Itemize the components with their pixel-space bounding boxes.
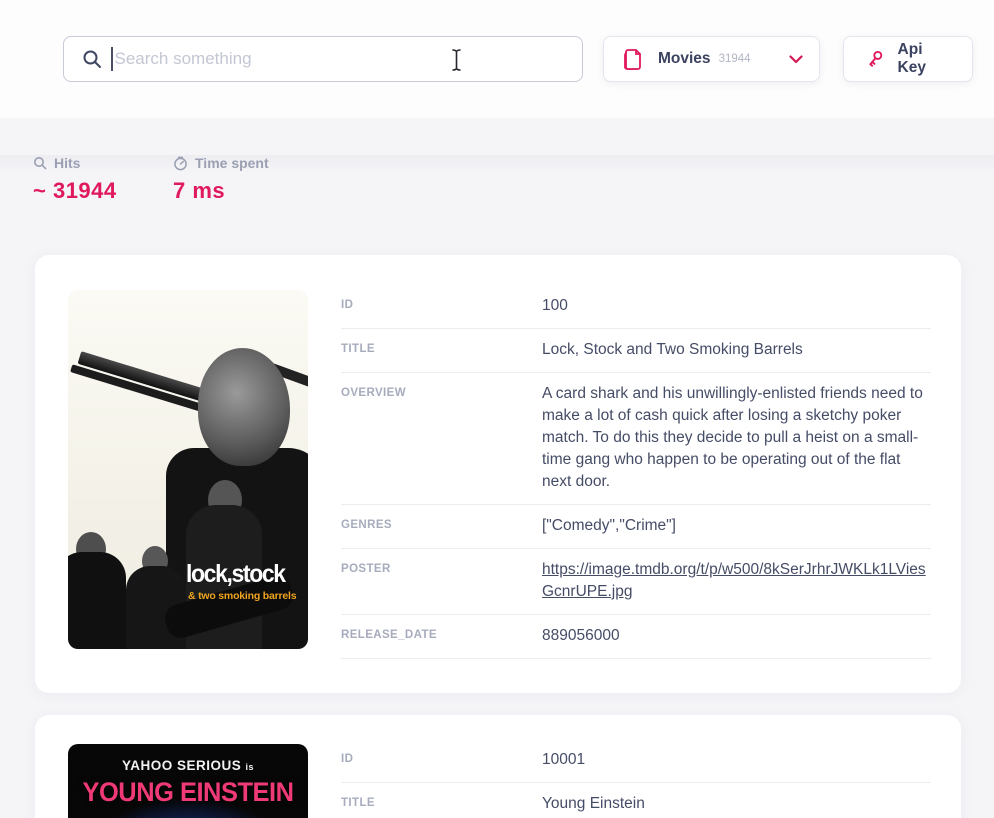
search-stats: Hits ~ 31944 Time spent 7 ms bbox=[33, 155, 994, 204]
poster-subtitle-text: & two smoking barrels bbox=[188, 590, 296, 602]
field-value: A card shark and his unwillingly-enliste… bbox=[542, 383, 931, 493]
index-selector-button[interactable]: Movies 31944 bbox=[603, 36, 820, 82]
search-icon bbox=[82, 49, 102, 69]
api-key-button[interactable]: Api Key bbox=[843, 36, 973, 82]
hits-search-icon bbox=[33, 156, 47, 170]
top-header: Movies 31944 Api Key bbox=[0, 0, 994, 118]
movie-poster-young-einstein: YAHOO SERIOUS is YOUNG EINSTEIN bbox=[68, 744, 308, 818]
key-icon bbox=[864, 48, 886, 70]
poster-top-text: YAHOO SERIOUS is bbox=[68, 758, 308, 773]
result-card: YAHOO SERIOUS is YOUNG EINSTEIN ID 10001… bbox=[35, 715, 961, 818]
field-label: POSTER bbox=[341, 559, 542, 603]
documents-icon bbox=[623, 48, 644, 71]
field-value: 10001 bbox=[542, 749, 931, 771]
field-row-id: ID 100 bbox=[341, 285, 931, 329]
time-spent-value: 7 ms bbox=[173, 178, 313, 204]
hits-stat: Hits ~ 31944 bbox=[33, 155, 173, 204]
results-area: Hits ~ 31944 Time spent 7 ms l bbox=[0, 155, 994, 818]
field-label: TITLE bbox=[341, 793, 542, 815]
field-value: ["Comedy","Crime"] bbox=[542, 515, 931, 537]
document-fields: ID 100 TITLE Lock, Stock and Two Smoking… bbox=[341, 285, 931, 659]
stopwatch-icon bbox=[173, 156, 188, 171]
api-key-label: Api Key bbox=[898, 41, 954, 77]
field-value: 889056000 bbox=[542, 625, 931, 647]
index-doc-count: 31944 bbox=[719, 53, 789, 65]
field-value: Lock, Stock and Two Smoking Barrels bbox=[542, 339, 931, 361]
hits-value: ~ 31944 bbox=[33, 178, 173, 204]
index-name: Movies bbox=[658, 50, 711, 68]
field-row-title: TITLE Young Einstein bbox=[341, 783, 931, 818]
poster-title-text: YOUNG EINSTEIN bbox=[73, 777, 303, 808]
search-box[interactable] bbox=[63, 36, 583, 82]
field-value: Young Einstein bbox=[542, 793, 931, 815]
field-label: ID bbox=[341, 749, 542, 771]
hits-label: Hits bbox=[54, 155, 80, 171]
field-value: 100 bbox=[542, 295, 931, 317]
chevron-down-icon bbox=[789, 55, 803, 64]
field-row-title: TITLE Lock, Stock and Two Smoking Barrel… bbox=[341, 329, 931, 373]
field-row-overview: OVERVIEW A card shark and his unwillingl… bbox=[341, 373, 931, 505]
field-row-id: ID 10001 bbox=[341, 739, 931, 783]
field-label: GENRES bbox=[341, 515, 542, 537]
field-label: RELEASE_DATE bbox=[341, 625, 542, 647]
text-caret bbox=[111, 47, 113, 71]
field-label: TITLE bbox=[341, 339, 542, 361]
result-card: lock,stock & two smoking barrels ID 100 … bbox=[35, 255, 961, 693]
field-row-poster: POSTER https://image.tmdb.org/t/p/w500/8… bbox=[341, 549, 931, 615]
search-input[interactable] bbox=[115, 49, 583, 69]
time-spent-stat: Time spent 7 ms bbox=[173, 155, 313, 204]
field-label: OVERVIEW bbox=[341, 383, 542, 493]
time-spent-label: Time spent bbox=[195, 155, 269, 171]
field-label: ID bbox=[341, 295, 542, 317]
poster-url-link[interactable]: https://image.tmdb.org/t/p/w500/8kSerJrh… bbox=[542, 559, 931, 603]
field-row-release-date: RELEASE_DATE 889056000 bbox=[341, 615, 931, 659]
movie-poster-lock-stock: lock,stock & two smoking barrels bbox=[68, 290, 308, 649]
document-fields: ID 10001 TITLE Young Einstein OVERVIEW A… bbox=[341, 739, 931, 818]
poster-title-text: lock,stock bbox=[186, 560, 285, 589]
field-row-genres: GENRES ["Comedy","Crime"] bbox=[341, 505, 931, 549]
